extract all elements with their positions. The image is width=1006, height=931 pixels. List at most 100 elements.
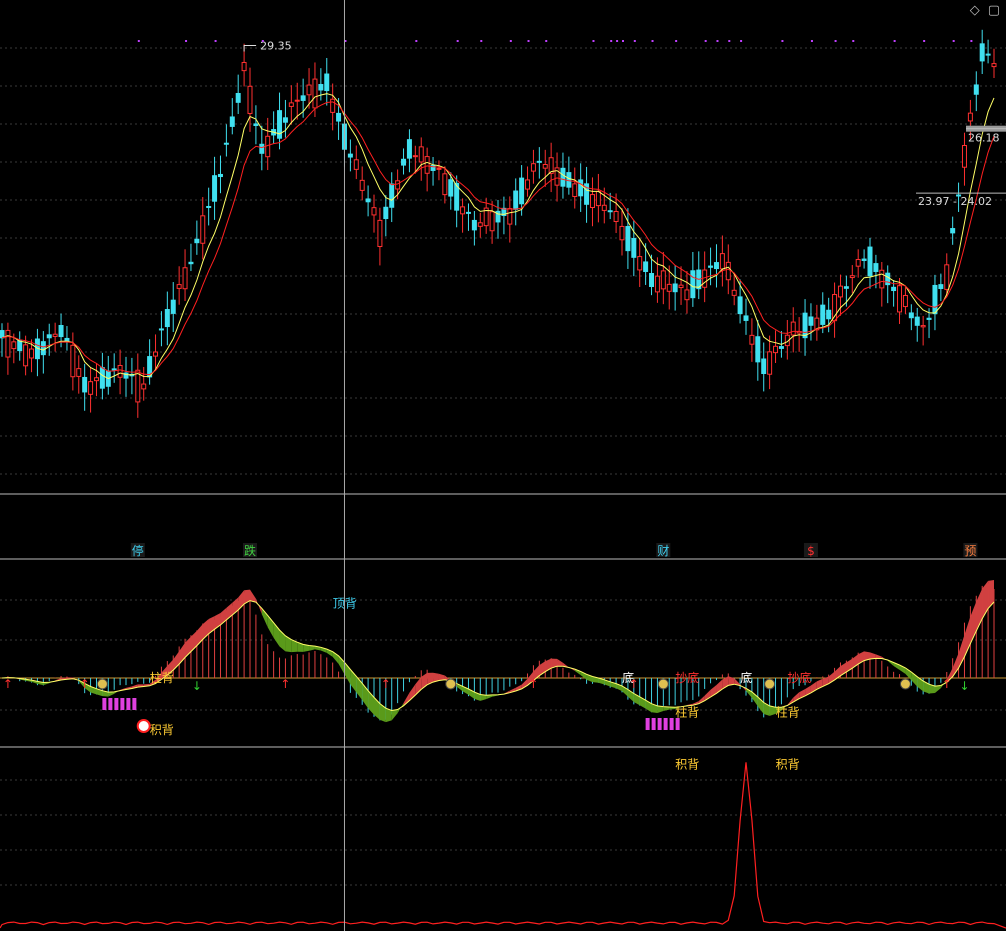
candle-body — [767, 351, 773, 375]
candle-body — [406, 139, 412, 159]
corner-toolbar: ◇ ▢ — [970, 4, 1000, 18]
macd-annotation: 抄底 — [675, 670, 699, 685]
signal-dot — [610, 40, 613, 42]
candle-body — [625, 226, 631, 252]
candle-body — [70, 344, 76, 378]
candle-body — [802, 312, 808, 339]
event-badge: 财 — [657, 544, 669, 558]
candle-body — [790, 321, 796, 336]
candle-body — [867, 246, 873, 277]
signal-dot — [852, 40, 855, 42]
candle-body — [135, 369, 141, 403]
arrow-up-icon: ↑ — [381, 677, 391, 691]
arrow-down-icon: ↓ — [959, 679, 969, 693]
candle-body — [477, 222, 483, 227]
candle-body — [235, 92, 241, 103]
candle-body — [849, 275, 855, 279]
window-icon[interactable]: ▢ — [988, 4, 1000, 18]
candle-body — [294, 99, 300, 102]
candle-body — [631, 238, 637, 258]
signal-dot — [740, 40, 743, 42]
candle-body — [713, 262, 719, 270]
candle-body — [530, 163, 536, 172]
candle-body — [749, 334, 755, 345]
candle-body — [589, 194, 595, 209]
signal-dot — [592, 40, 595, 42]
arrow-up-icon: ↑ — [629, 677, 639, 691]
signal-dot — [480, 40, 483, 42]
candle-body — [418, 146, 424, 163]
signal-dot — [893, 40, 896, 42]
signal-block — [132, 698, 137, 710]
candle-body — [808, 316, 814, 326]
signal-block — [663, 718, 668, 730]
signal-block — [114, 698, 119, 710]
candle-body — [619, 225, 625, 241]
signal-ball-icon — [96, 678, 108, 690]
candle-body — [820, 304, 826, 325]
arrow-up-icon: ↑ — [942, 677, 952, 691]
candle-body — [288, 102, 294, 107]
candle-body — [660, 270, 666, 290]
signal-dot — [651, 40, 654, 42]
candle-body — [855, 259, 861, 267]
arrow-up-icon: ↑ — [528, 677, 538, 691]
signal-dot — [527, 40, 530, 42]
diamond-icon[interactable]: ◇ — [970, 4, 980, 18]
candle-body — [460, 206, 466, 215]
signal-dot — [716, 40, 719, 42]
candle-body — [371, 207, 377, 216]
candle-body — [365, 198, 371, 203]
signal-ball-icon — [899, 678, 911, 690]
candle-body — [347, 153, 353, 158]
candle-body — [643, 261, 649, 272]
candle-body — [991, 63, 997, 68]
signal-dot — [923, 40, 926, 42]
candle-body — [241, 61, 247, 72]
candle-body — [542, 163, 548, 169]
macd-annotation: 柱背 — [150, 670, 174, 685]
candle-body — [743, 315, 749, 321]
candle-body — [560, 167, 566, 187]
signal-block — [651, 718, 656, 730]
signal-block — [669, 718, 674, 730]
event-badge: 停 — [132, 543, 144, 558]
signal-dot — [728, 40, 731, 42]
signal-dot — [622, 40, 624, 42]
candle-body — [312, 78, 318, 109]
candle-body — [29, 348, 35, 359]
candle-body — [300, 95, 306, 101]
arrow-up-icon: ↑ — [280, 677, 290, 691]
candle-body — [914, 316, 920, 326]
signal-dot — [616, 40, 619, 42]
candle-body — [353, 159, 359, 170]
candle-body — [702, 269, 708, 288]
candle-body — [578, 179, 584, 197]
candle-body — [46, 334, 52, 339]
candle-body — [253, 123, 259, 127]
candle-body — [950, 228, 956, 234]
candle-body — [153, 351, 159, 357]
candle-body — [678, 284, 684, 289]
candle-body — [607, 210, 613, 213]
candle-body — [513, 190, 519, 210]
arrow-down-icon: ↓ — [192, 679, 202, 693]
candle-body — [837, 285, 843, 298]
candle-body — [507, 208, 513, 225]
candle-body — [908, 312, 914, 319]
candle-body — [519, 177, 525, 205]
candle-body — [359, 179, 365, 191]
macd-annotation: 柱背 — [776, 705, 800, 720]
candle-body — [926, 317, 932, 320]
candle-body — [525, 179, 531, 190]
candle-body — [938, 284, 944, 290]
signal-dot — [810, 40, 813, 42]
candle-body — [247, 85, 253, 114]
candle-body — [23, 344, 29, 367]
macd-annotation: 抄底 — [787, 670, 811, 685]
candle-body — [176, 284, 182, 289]
candle-body — [826, 309, 832, 320]
candle-body — [158, 328, 164, 331]
macd-annotation: 积背 — [150, 723, 174, 737]
candle-body — [637, 256, 643, 271]
